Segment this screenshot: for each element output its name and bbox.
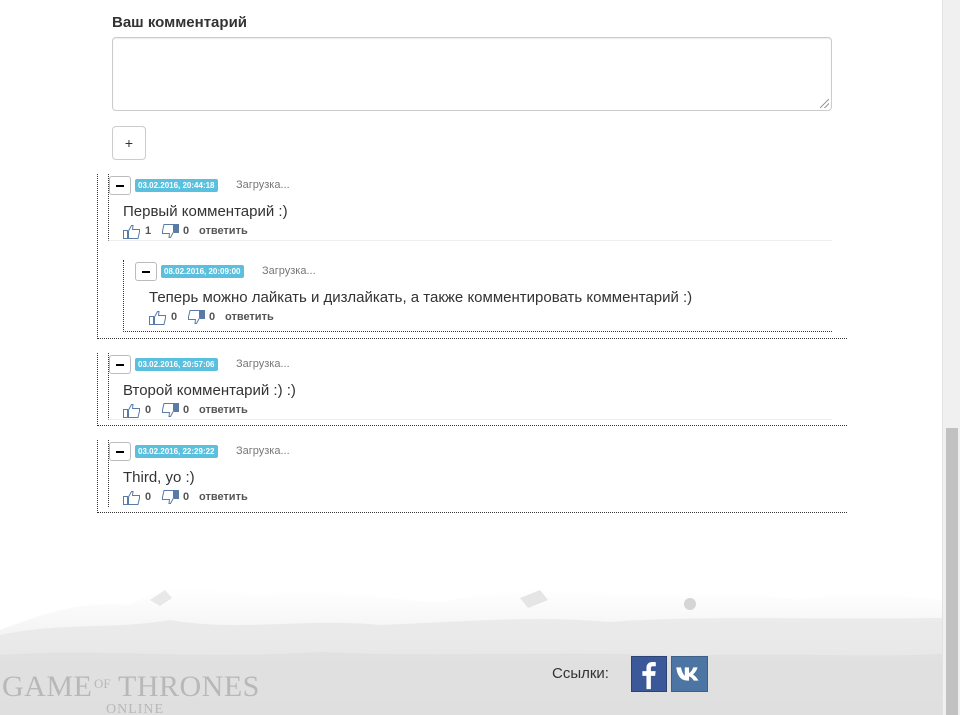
comment-textarea[interactable]: [112, 37, 832, 111]
comment-text: Теперь можно лайкать и дизлайкать, а так…: [149, 289, 693, 306]
vk-icon: [676, 667, 699, 681]
reply-link[interactable]: ответить: [199, 403, 248, 418]
collapse-button[interactable]: [109, 442, 131, 461]
comment-actions: 0 0 ответить: [123, 490, 323, 506]
thumbs-up-icon[interactable]: [123, 224, 141, 239]
links-label: Ссылки:: [552, 665, 609, 682]
loading-text: Загрузка...: [262, 265, 316, 277]
facebook-link[interactable]: [631, 656, 667, 692]
comment-actions: 1 0 ответить: [123, 224, 323, 240]
dislike-count: 0: [209, 311, 216, 323]
vk-link[interactable]: [671, 656, 708, 692]
vertical-scrollbar[interactable]: [942, 0, 960, 715]
comment-date-badge: 03.02.2016, 22:29:22: [135, 445, 218, 458]
collapse-button[interactable]: [135, 262, 157, 281]
comment-actions: 0 0 ответить: [149, 310, 349, 326]
facebook-icon: [642, 662, 656, 690]
comment-text: Второй комментарий :) :): [123, 382, 296, 399]
thumbs-down-icon[interactable]: [161, 403, 179, 418]
loading-text: Загрузка...: [236, 179, 290, 191]
scrollbar-thumb[interactable]: [946, 428, 958, 715]
like-count: 0: [145, 491, 152, 503]
thumbs-up-icon[interactable]: [123, 490, 141, 505]
collapse-button[interactable]: [109, 176, 131, 195]
game-of-thrones-logo: GAME OF THRONES ONLINE: [2, 670, 260, 715]
thumbs-down-icon[interactable]: [161, 490, 179, 505]
loading-text: Загрузка...: [236, 358, 290, 370]
thumbs-down-icon[interactable]: [187, 310, 205, 325]
thumbs-up-icon[interactable]: [123, 403, 141, 418]
comment-date-badge: 03.02.2016, 20:57:06: [135, 358, 218, 371]
reply-link[interactable]: ответить: [199, 224, 248, 239]
svg-text:THRONES: THRONES: [118, 670, 260, 703]
like-count: 0: [145, 404, 152, 416]
svg-text:OF: OF: [94, 676, 111, 691]
thumbs-up-icon[interactable]: [149, 310, 167, 325]
svg-text:GAME: GAME: [2, 670, 92, 703]
comment-text: Third, yo :): [123, 469, 195, 486]
like-count: 1: [145, 225, 152, 237]
like-count: 0: [171, 311, 178, 323]
dislike-count: 0: [183, 225, 190, 237]
thumbs-down-icon[interactable]: [161, 224, 179, 239]
resize-grip-icon[interactable]: [820, 99, 829, 108]
loading-text: Загрузка...: [236, 445, 290, 457]
comment-date-badge: 03.02.2016, 20:44:18: [135, 179, 218, 192]
reply-link[interactable]: ответить: [199, 490, 248, 505]
add-comment-button[interactable]: +: [112, 126, 146, 160]
collapse-button[interactable]: [109, 355, 131, 374]
dislike-count: 0: [183, 491, 190, 503]
comment-actions: 0 0 ответить: [123, 403, 323, 419]
page: Ваш комментарий + 03.02.2016, 20:44:18 З…: [0, 0, 942, 715]
svg-text:ONLINE: ONLINE: [106, 702, 164, 715]
dislike-count: 0: [183, 404, 190, 416]
comment-text: Первый комментарий :): [123, 203, 288, 220]
reply-link[interactable]: ответить: [225, 310, 274, 325]
comment-date-badge: 08.02.2016, 20:09:00: [161, 265, 244, 278]
comment-form-label: Ваш комментарий: [112, 14, 248, 31]
